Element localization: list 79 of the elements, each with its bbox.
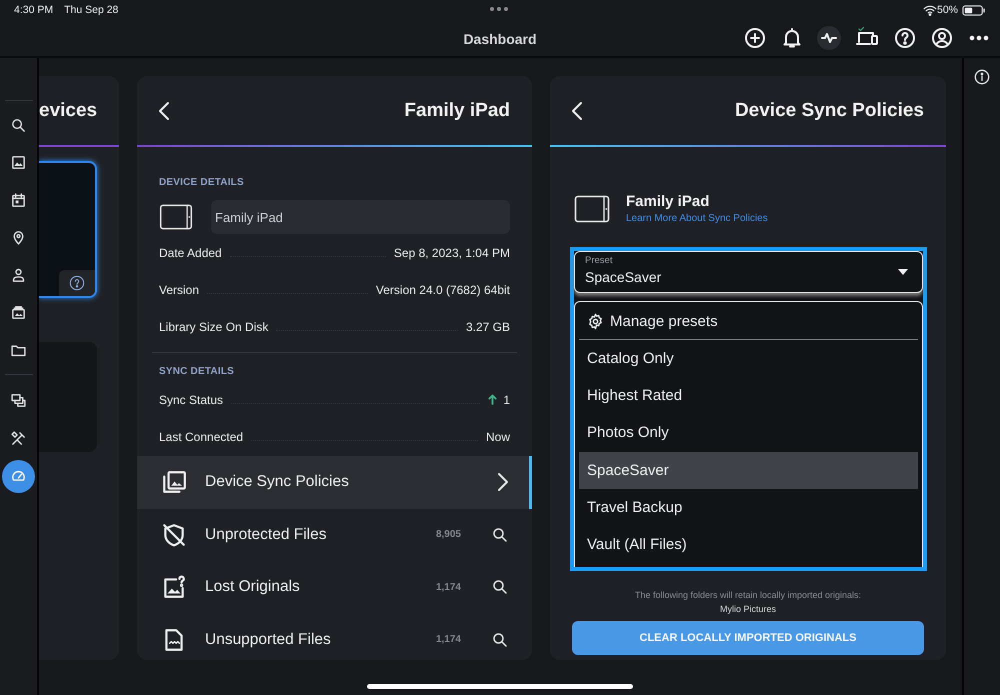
item-count: 8,905 — [436, 529, 461, 540]
upload-arrow-icon — [488, 394, 498, 405]
folders-note: The following folders will retain locally imported originals: — [634, 590, 862, 600]
chevron-button[interactable] — [497, 472, 509, 492]
stacked-images-icon — [10, 392, 27, 409]
status-time: 4:30 PM — [14, 4, 54, 16]
images-icon — [161, 469, 187, 496]
manage-presets-item[interactable]: Manage presets — [579, 304, 918, 340]
panel-title: evices — [39, 100, 98, 122]
activity-icon[interactable] — [817, 26, 841, 50]
shield-off-icon — [161, 522, 187, 548]
back-icon — [570, 100, 584, 120]
detail-label: Date Added — [159, 246, 222, 260]
panel-title: Device Sync Policies — [734, 100, 924, 122]
preset-option[interactable]: Travel Backup — [579, 488, 918, 526]
image-icon — [10, 154, 27, 171]
nav-item[interactable]: Lost Originals 1,174 — [137, 561, 532, 614]
info-icon[interactable] — [974, 69, 990, 85]
search-icon — [491, 630, 509, 649]
tablet-icon — [159, 204, 193, 230]
detail-label: Library Size On Disk — [159, 320, 268, 334]
panel-title: Family iPad — [404, 100, 510, 122]
section-heading: DEVICE DETAILS — [159, 177, 245, 188]
calendar-icon — [10, 192, 27, 208]
help-icon — [69, 275, 85, 291]
detail-value: 1 — [503, 392, 510, 406]
preset-select[interactable]: Preset SpaceSaver — [574, 251, 923, 293]
wifi-icon — [922, 4, 937, 16]
preset-option[interactable]: Vault (All Files) — [579, 526, 918, 564]
caret-down-icon — [898, 269, 908, 275]
page-title: Dashboard — [463, 31, 537, 47]
battery-level: 50% — [936, 4, 958, 16]
album-icon — [10, 304, 27, 321]
field-label: Preset — [585, 255, 614, 266]
detail-value: 3.27 GB — [466, 320, 510, 334]
preset-option[interactable]: SpaceSaver — [579, 452, 918, 489]
detail-value: Sep 8, 2023, 1:04 PM — [394, 246, 510, 260]
add-icon[interactable] — [743, 26, 767, 50]
chevron-icon — [497, 472, 509, 492]
gauge-button[interactable] — [2, 460, 35, 492]
nav-item[interactable]: Device Sync Policies — [137, 456, 532, 508]
detail-label: Last Connected — [159, 430, 244, 444]
nav-item[interactable]: Unprotected Files 8,905 — [137, 508, 532, 561]
device-card[interactable] — [39, 161, 97, 298]
detail-label: Version — [159, 282, 200, 296]
device-name: Family iPad — [626, 193, 710, 210]
item-count: 1,174 — [436, 634, 461, 646]
battery-icon — [962, 4, 986, 16]
detail-value: Version 24.0 (7682) 64bit — [376, 282, 510, 296]
account-icon[interactable] — [930, 26, 954, 50]
search-icon — [491, 578, 509, 596]
field-value: SpaceSaver — [585, 269, 662, 285]
search-button[interactable] — [491, 526, 509, 544]
search-button[interactable] — [491, 630, 509, 649]
name-field[interactable]: Family iPad — [211, 200, 510, 234]
preset-option[interactable]: Highest Rated — [579, 377, 918, 414]
search-button[interactable] — [491, 578, 509, 596]
person-icon — [10, 266, 27, 284]
preset-option[interactable]: Catalog Only — [579, 340, 918, 378]
help-icon[interactable] — [893, 26, 917, 50]
help-button[interactable] — [59, 270, 95, 296]
section-heading: SYNC DETAILS — [159, 366, 235, 377]
back-button[interactable] — [157, 100, 171, 120]
item-count: 1,174 — [436, 582, 461, 593]
learn-more-link[interactable]: Learn More About Sync Policies — [626, 213, 768, 224]
back-icon — [157, 100, 171, 120]
multitask-icon — [490, 7, 508, 11]
nav-item[interactable]: Unsupported Files 1,174 — [137, 614, 532, 660]
preset-option[interactable]: Photos Only — [579, 414, 918, 452]
tools-icon — [10, 430, 27, 446]
folder-name: Mylio Pictures — [718, 604, 777, 614]
back-button[interactable] — [570, 100, 584, 120]
detail-value: Now — [486, 430, 510, 444]
gear-icon — [587, 313, 604, 330]
search-icon — [491, 526, 509, 544]
detail-label: Sync Status — [159, 392, 224, 406]
status-date: Thu Sep 28 — [64, 4, 118, 16]
search-icon — [10, 116, 27, 134]
tablet-icon — [574, 194, 610, 222]
